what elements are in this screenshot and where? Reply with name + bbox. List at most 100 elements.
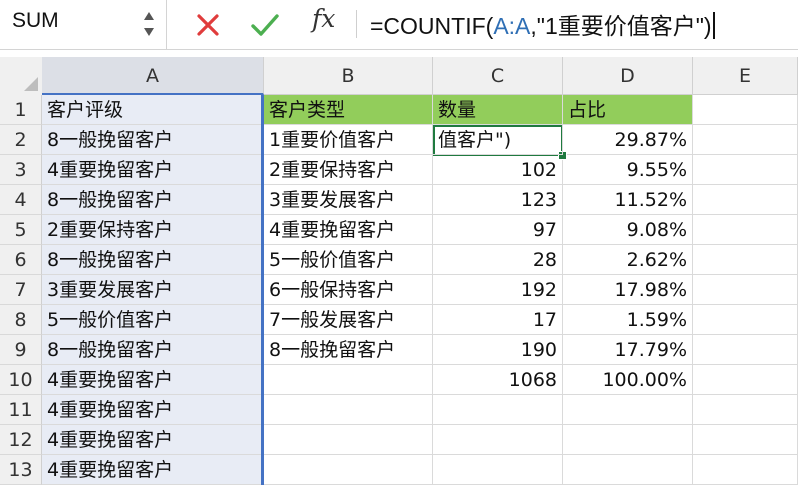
cell-a13[interactable]: 4重要挽留客户 [42, 455, 264, 485]
name-box-value[interactable]: SUM [12, 9, 59, 33]
cell-d5[interactable]: 9.08% [563, 215, 693, 245]
cell-a12[interactable]: 4重要挽留客户 [42, 425, 264, 455]
cell-c10[interactable]: 1068 [433, 365, 563, 395]
row-header[interactable]: 5 [0, 215, 42, 245]
cell-b10[interactable] [264, 365, 433, 395]
cell-c12[interactable] [433, 425, 563, 455]
formula-suffix: ,"1重要价值客户") [530, 13, 712, 39]
column-header-e[interactable]: E [693, 57, 798, 95]
formula-prefix: =COUNTIF( [370, 13, 494, 39]
cell-d10[interactable]: 100.00% [563, 365, 693, 395]
cell-d13[interactable] [563, 455, 693, 485]
cell-a7[interactable]: 3重要发展客户 [42, 275, 264, 305]
column-header-c[interactable]: C [433, 57, 563, 95]
formula-separator [356, 10, 357, 38]
cell-b8[interactable]: 7一般发展客户 [264, 305, 433, 335]
enter-check-icon[interactable] [250, 11, 280, 39]
cell-e8[interactable] [693, 305, 798, 335]
cell-d8[interactable]: 1.59% [563, 305, 693, 335]
cell-a4[interactable]: 8一般挽留客户 [42, 185, 264, 215]
row-header[interactable]: 11 [0, 395, 42, 425]
cell-c3[interactable]: 102 [433, 155, 563, 185]
cell-e11[interactable] [693, 395, 798, 425]
row-header[interactable]: 12 [0, 425, 42, 455]
cell-d11[interactable] [563, 395, 693, 425]
cell-e2[interactable] [693, 125, 798, 155]
cell-a8[interactable]: 5一般价值客户 [42, 305, 264, 335]
row-header[interactable]: 7 [0, 275, 42, 305]
select-all-corner[interactable] [0, 57, 43, 96]
cell-a2[interactable]: 8一般挽留客户 [42, 125, 264, 155]
cell-b1[interactable]: 客户类型 [264, 95, 433, 125]
cell-d6[interactable]: 2.62% [563, 245, 693, 275]
cell-b13[interactable] [264, 455, 433, 485]
name-box-stepper-icon[interactable] [140, 4, 158, 44]
cell-e12[interactable] [693, 425, 798, 455]
cell-c5[interactable]: 97 [433, 215, 563, 245]
cell-a3[interactable]: 4重要挽留客户 [42, 155, 264, 185]
cell-c11[interactable] [433, 395, 563, 425]
row-header[interactable]: 6 [0, 245, 42, 275]
cell-c2[interactable]: 值客户") [433, 125, 563, 155]
cell-d7[interactable]: 17.98% [563, 275, 693, 305]
cell-b2[interactable]: 1重要价值客户 [264, 125, 433, 155]
cell-e1[interactable] [693, 95, 798, 125]
column-header-d[interactable]: D [563, 57, 693, 95]
cell-b6[interactable]: 5一般价值客户 [264, 245, 433, 275]
column-header-b[interactable]: B [264, 57, 433, 95]
cell-d2[interactable]: 29.87% [563, 125, 693, 155]
cell-b5[interactable]: 4重要挽留客户 [264, 215, 433, 245]
cell-c1[interactable]: 数量 [433, 95, 563, 125]
select-all-icon [24, 77, 38, 91]
row-header[interactable]: 2 [0, 125, 42, 155]
cell-e9[interactable] [693, 335, 798, 365]
cell-c7[interactable]: 192 [433, 275, 563, 305]
cell-d3[interactable]: 9.55% [563, 155, 693, 185]
formula-bar: SUM fx =COUNTIF(A:A,"1重要价值客户") [0, 0, 798, 50]
cell-e13[interactable] [693, 455, 798, 485]
cell-a10[interactable]: 4重要挽留客户 [42, 365, 264, 395]
formula-input[interactable]: =COUNTIF(A:A,"1重要价值客户") [370, 7, 715, 41]
cell-e5[interactable] [693, 215, 798, 245]
cell-c8[interactable]: 17 [433, 305, 563, 335]
cell-b11[interactable] [264, 395, 433, 425]
cancel-x-icon[interactable] [194, 11, 222, 39]
cell-b7[interactable]: 6一般保持客户 [264, 275, 433, 305]
cell-c13[interactable] [433, 455, 563, 485]
cell-a9[interactable]: 8一般挽留客户 [42, 335, 264, 365]
range-reference-border [261, 95, 264, 485]
text-caret [712, 12, 715, 39]
cell-b9[interactable]: 8一般挽留客户 [264, 335, 433, 365]
cell-d4[interactable]: 11.52% [563, 185, 693, 215]
cell-e10[interactable] [693, 365, 798, 395]
cell-d9[interactable]: 17.79% [563, 335, 693, 365]
cell-e4[interactable] [693, 185, 798, 215]
formula-range-ref: A:A [493, 13, 531, 39]
cell-b4[interactable]: 3重要发展客户 [264, 185, 433, 215]
insert-function-icon[interactable]: fx [312, 4, 335, 33]
row-header[interactable]: 4 [0, 185, 42, 215]
cell-e7[interactable] [693, 275, 798, 305]
cell-c6[interactable]: 28 [433, 245, 563, 275]
cell-a1[interactable]: 客户评级 [42, 95, 264, 125]
row-header[interactable]: 13 [0, 455, 42, 485]
cell-c9[interactable]: 190 [433, 335, 563, 365]
row-header[interactable]: 1 [0, 95, 42, 125]
row-header[interactable]: 3 [0, 155, 42, 185]
cell-c4[interactable]: 123 [433, 185, 563, 215]
cell-d12[interactable] [563, 425, 693, 455]
cell-e3[interactable] [693, 155, 798, 185]
cell-a5[interactable]: 2重要保持客户 [42, 215, 264, 245]
cell-e6[interactable] [693, 245, 798, 275]
row-header[interactable]: 9 [0, 335, 42, 365]
row-header[interactable]: 10 [0, 365, 42, 395]
formula-controls: fx [166, 0, 366, 49]
cell-a11[interactable]: 4重要挽留客户 [42, 395, 264, 425]
cell-a6[interactable]: 8一般挽留客户 [42, 245, 264, 275]
cell-d1[interactable]: 占比 [563, 95, 693, 125]
row-header[interactable]: 8 [0, 305, 42, 335]
cell-b3[interactable]: 2重要保持客户 [264, 155, 433, 185]
cell-b12[interactable] [264, 425, 433, 455]
name-box[interactable]: SUM [0, 0, 167, 49]
column-header-a[interactable]: A [42, 57, 264, 95]
